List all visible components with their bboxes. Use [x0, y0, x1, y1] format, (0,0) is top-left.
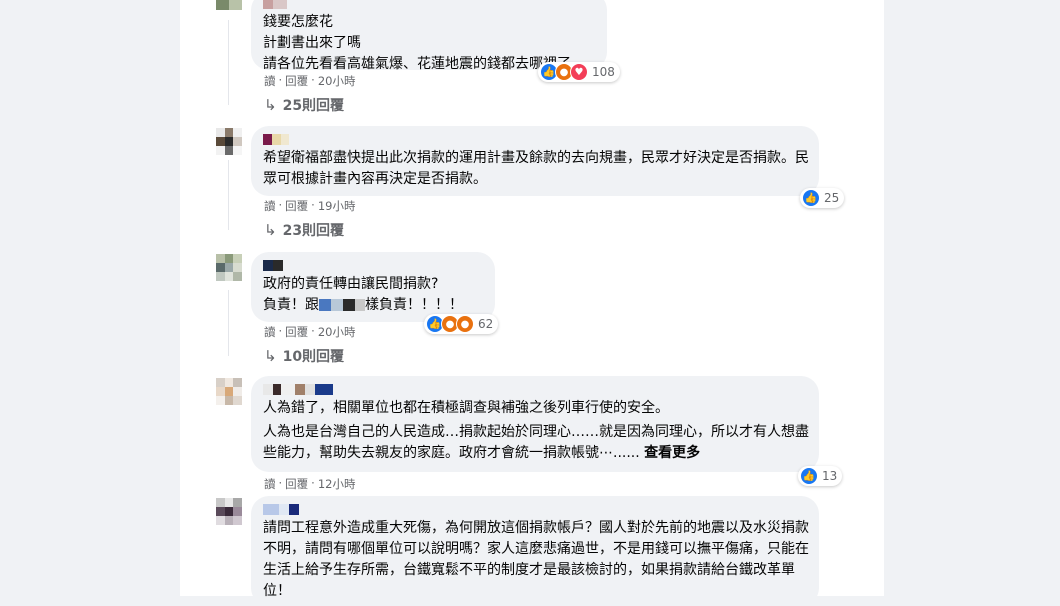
thread-line [228, 290, 229, 356]
separator: · [278, 198, 283, 212]
view-replies-button[interactable]: ↳ 25則回覆 [264, 95, 344, 115]
reaction-count: 13 [822, 469, 838, 483]
separator: · [278, 324, 283, 338]
comment-actions: 讀 · 回覆 · 19小時 [264, 198, 355, 214]
read-link[interactable]: 讀 [264, 476, 276, 492]
reaction-summary[interactable]: 👍 ● ● 62 [424, 314, 499, 334]
view-replies-button[interactable]: ↳ 10則回覆 [264, 346, 344, 366]
reaction-summary[interactable]: 👍 ● ♥ 108 [538, 62, 620, 82]
reaction-summary[interactable]: 👍 25 [800, 188, 845, 208]
comment-bubble: 請問工程意外造成重大死傷，為何開放這個捐款帳戶？國人對於先前的地震以及水災捐款不… [251, 496, 819, 606]
comments-panel: 錢要怎麼花 計劃書出來了嗎 請各位先看看高雄氣爆、花蓮地震的錢都去哪裡了 👍 ●… [180, 0, 884, 606]
replies-label: 25則回覆 [282, 98, 345, 114]
comment-bubble: 錢要怎麼花 計劃書出來了嗎 請各位先看看高雄氣爆、花蓮地震的錢都去哪裡了 [251, 0, 607, 72]
commenter-name[interactable] [263, 134, 807, 146]
like-icon: 👍 [800, 467, 818, 485]
reaction-summary[interactable]: 👍 13 [798, 466, 843, 486]
commenter-name[interactable] [263, 384, 807, 396]
angry-icon: ● [456, 315, 474, 333]
reply-link[interactable]: 回覆 [285, 198, 308, 214]
avatar[interactable] [216, 498, 242, 526]
reply-arrow-icon: ↳ [264, 221, 277, 239]
reply-link[interactable]: 回覆 [285, 324, 308, 340]
replies-label: 10則回覆 [282, 349, 345, 365]
like-icon: 👍 [802, 189, 820, 207]
comment-actions: 讀 · 回覆 · 12小時 [264, 476, 355, 492]
reply-arrow-icon: ↳ [264, 96, 277, 114]
comment-bubble: 政府的責任轉由讓民間捐款? 負責！跟 樣負責！！！！ [251, 252, 495, 322]
text-segment: 樣負責！！！！ [365, 297, 463, 313]
comment-text-line1: 政府的責任轉由讓民間捐款? [263, 276, 439, 292]
comment-text: 人為錯了，相關單位也都在積極調查與補強之後列車行使的安全。 [263, 400, 669, 416]
reaction-count: 108 [592, 65, 615, 79]
avatar[interactable] [216, 378, 242, 406]
avatar[interactable] [216, 128, 242, 156]
commenter-name[interactable] [263, 0, 595, 10]
separator: · [278, 476, 283, 490]
separator: · [311, 324, 315, 338]
love-icon: ♥ [570, 63, 588, 81]
replies-label: 23則回覆 [282, 223, 345, 239]
redacted-name [331, 299, 343, 311]
redacted-name [319, 299, 331, 311]
reply-link[interactable]: 回覆 [285, 476, 308, 492]
separator: · [311, 476, 315, 490]
thread-line [228, 20, 229, 105]
redacted-name [343, 299, 355, 311]
separator: · [278, 73, 283, 87]
reply-link[interactable]: 回覆 [285, 73, 308, 89]
read-link[interactable]: 讀 [264, 198, 276, 214]
read-link[interactable]: 讀 [264, 324, 276, 340]
timestamp[interactable]: 20小時 [318, 324, 356, 340]
reaction-count: 62 [478, 317, 494, 331]
comment-actions: 讀 · 回覆 · 20小時 [264, 324, 355, 340]
comment-text-line2: 負責！跟 樣負責！！！！ [263, 295, 483, 316]
reaction-count: 25 [824, 191, 840, 205]
comment-actions: 讀 · 回覆 · 20小時 [264, 73, 355, 89]
separator: · [311, 198, 315, 212]
timestamp[interactable]: 19小時 [318, 198, 356, 214]
text-segment: 人為也是台灣自己的人民造成…捐款起始於同理心……就是因為同理心，所以才有人想盡些… [263, 424, 809, 461]
read-link[interactable]: 讀 [264, 73, 276, 89]
comment-bubble: 人為錯了，相關單位也都在積極調查與補強之後列車行使的安全。 人為也是台灣自己的人… [251, 376, 819, 472]
separator: · [311, 73, 315, 87]
commenter-name[interactable] [263, 260, 483, 272]
reply-arrow-icon: ↳ [264, 347, 277, 365]
redacted-name [355, 299, 365, 311]
view-replies-button[interactable]: ↳ 23則回覆 [264, 220, 344, 240]
thread-line [228, 160, 229, 230]
comment-text: 希望衛福部盡快提出此次捐款的運用計畫及餘款的去向規畫，民眾才好決定是否捐款。民眾… [263, 150, 809, 187]
timestamp[interactable]: 20小時 [318, 73, 356, 89]
comment-text: 請問工程意外造成重大死傷，為何開放這個捐款帳戶？國人對於先前的地震以及水災捐款不… [263, 520, 809, 599]
avatar[interactable] [216, 0, 242, 10]
avatar[interactable] [216, 254, 242, 282]
timestamp[interactable]: 12小時 [318, 476, 356, 492]
comment-bubble: 希望衛福部盡快提出此次捐款的運用計畫及餘款的去向規畫，民眾才好決定是否捐款。民眾… [251, 126, 819, 196]
see-more-link[interactable]: 查看更多 [644, 445, 700, 461]
comment-text: 人為也是台灣自己的人民造成…捐款起始於同理心……就是因為同理心，所以才有人想盡些… [263, 422, 811, 464]
commenter-name[interactable] [263, 504, 807, 516]
text-segment: 負責！跟 [263, 297, 319, 313]
